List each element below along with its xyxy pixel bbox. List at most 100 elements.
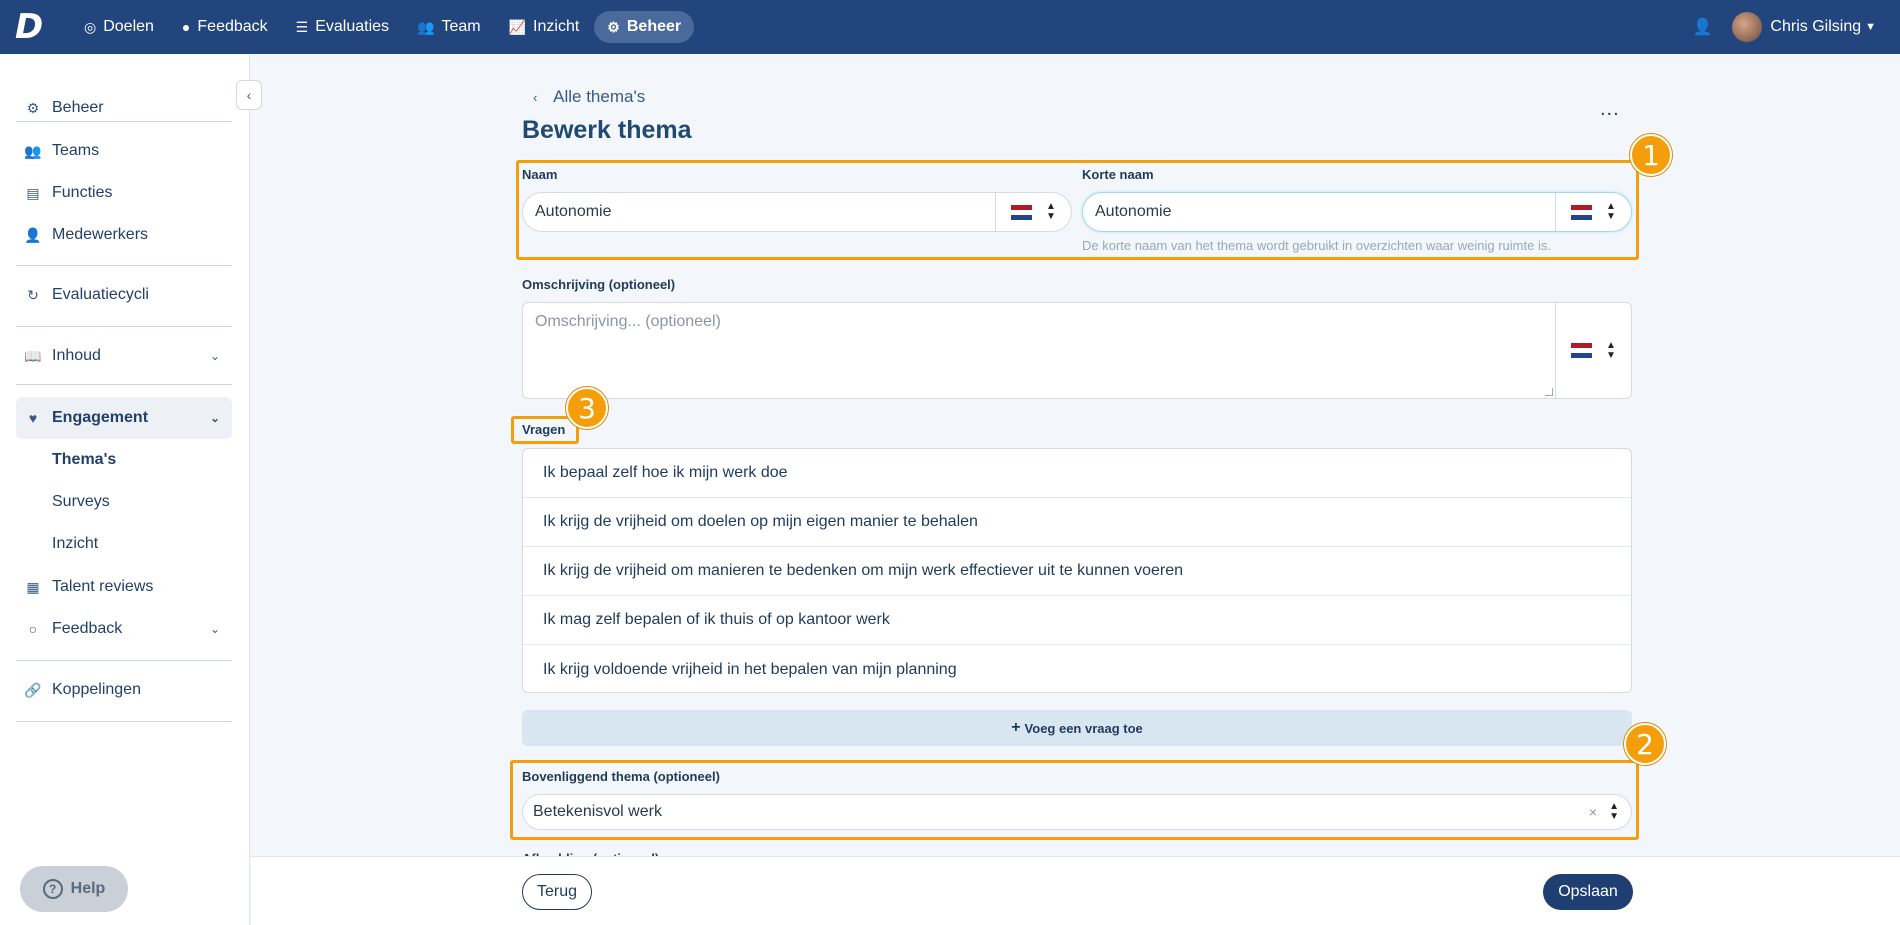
question-icon: ? [42,879,63,899]
more-options-button[interactable]: ... [1600,98,1620,121]
sidebar-item-label: Engagement [52,409,149,426]
chevron-down-icon: ⌄ [209,622,220,636]
collapse-sidebar-button[interactable]: ‹ [236,80,262,110]
users-icon: 👥 [417,18,435,35]
nav-item-label: Team [441,18,481,35]
nav-item-doelen[interactable]: ◎ Doelen [71,11,167,43]
user-icon: 👤 [24,226,42,243]
annotation-badge-3: 3 [566,387,608,429]
sidebar-item-teams[interactable]: 👥 Teams [16,134,232,168]
sidebar-item-label: Beheer [52,99,104,116]
sidebar-divider [16,384,232,385]
form-footer [251,856,1900,925]
sidebar-item-label: Functies [52,184,113,201]
sidebar-item-evaluatiecycli[interactable]: ↻ Evaluatiecycli [16,278,232,312]
sidebar-item-medewerkers[interactable]: 👤 Medewerkers [16,218,232,252]
id-card-icon: ▤ [26,184,40,201]
back-button[interactable]: Terug [522,874,592,910]
sidebar-divider [16,121,232,122]
sidebar-item-label: Inhoud [52,347,101,364]
book-icon: 📖 [24,347,42,364]
sidebar-item-label: Evaluatiecycli [52,286,149,303]
target-icon: ◎ [84,18,97,35]
list-item[interactable]: Ik bepaal zelf hoe ik mijn werk doe [523,449,1631,498]
chevron-left-icon: ‹ [533,90,538,105]
highlight-box-parent-theme [510,760,1639,840]
chart-icon: 📈 [508,18,527,35]
sidebar-item-talent-reviews[interactable]: ▦ Talent reviews [16,570,232,604]
refresh-icon: ↻ [27,286,39,303]
highlight-box-questions [511,416,579,444]
sidebar-item-engagement[interactable]: ♥ Engagement ⌄ [16,397,232,439]
language-select[interactable]: ▲ ▼ [1555,303,1631,398]
nav-item-label: Doelen [103,18,154,35]
nav-item-label: Beheer [626,18,682,35]
chevron-down-icon: ⌄ [209,411,220,425]
list-icon: ☰ [295,18,309,35]
presentation-icon: ▦ [26,578,40,595]
sidebar-item-inhoud[interactable]: 📖 Inhoud ⌄ [16,339,232,373]
help-label: Help [70,880,106,897]
page-title: Bewerk thema [522,116,692,144]
sidebar-divider [16,265,232,266]
sidebar-item-label: Teams [52,142,100,159]
heart-pulse-icon: ♥ [28,410,38,426]
resize-handle[interactable] [1545,388,1553,396]
plus-icon: + [1011,719,1021,736]
user-area: 👤 Chris Gilsing ▼ [1693,0,1876,54]
gear-icon: ⚙ [26,99,40,116]
user-name[interactable]: Chris Gilsing [1770,18,1861,36]
top-navigation: D ◎ Doelen ● Feedback ☰ Evaluaties 👥 Tea… [0,0,1900,54]
sidebar-item-functies[interactable]: ▤ Functies [16,176,232,210]
sidebar-subitem-surveys[interactable]: Surveys [52,493,110,511]
sidebar-item-label: Talent reviews [52,578,154,595]
list-item[interactable]: Ik krijg de vrijheid om manieren te bede… [523,547,1631,596]
save-button[interactable]: Opslaan [1543,874,1633,910]
nav-item-evaluaties[interactable]: ☰ Evaluaties [283,11,402,43]
sidebar-divider [16,721,232,722]
sort-icon: ▲ ▼ [1606,339,1616,361]
sidebar-item-feedback[interactable]: ○ Feedback ⌄ [16,612,232,646]
app-logo[interactable]: D [15,10,47,44]
sidebar-item-label: Medewerkers [52,226,149,243]
chevron-down-icon: ⌄ [209,349,220,363]
user-settings-icon[interactable]: 👤 [1693,17,1713,37]
sidebar: ⚙ Beheer 👥 Teams ▤ Functies 👤 Medewerker… [0,54,250,925]
add-question-label: Voeg een vraag toe [1024,720,1143,736]
link-icon: 🔗 [24,681,42,698]
back-link-label: Alle thema's [553,87,646,106]
dutch-flag-icon [1571,343,1593,358]
chevron-left-icon: ‹ [246,87,252,103]
list-item[interactable]: Ik krijg de vrijheid om doelen op mijn e… [523,498,1631,547]
sidebar-item-beheer[interactable]: ⚙ Beheer [16,91,232,125]
speech-bubble-icon: ● [181,19,191,35]
nav-item-feedback[interactable]: ● Feedback [169,11,281,43]
add-question-button[interactable]: + Voeg een vraag toe [522,710,1632,746]
gear-icon: ⚙ [607,18,620,35]
chevron-down-icon[interactable]: ▼ [1865,21,1876,33]
list-item[interactable]: Ik krijg voldoende vrijheid in het bepal… [523,645,1631,694]
sidebar-item-label: Koppelingen [52,681,141,698]
nav-item-label: Evaluaties [315,18,390,35]
help-button[interactable]: ? Help [20,866,128,912]
annotation-badge-2: 2 [1624,723,1666,765]
sidebar-divider [16,660,232,661]
nav-item-label: Feedback [197,18,268,35]
list-item[interactable]: Ik mag zelf bepalen of ik thuis of op ka… [523,596,1631,645]
sidebar-item-koppelingen[interactable]: 🔗 Koppelingen [16,673,232,707]
omschrijving-textarea[interactable]: Omschrijving... (optioneel) ▲ ▼ [522,302,1632,399]
omschrijving-placeholder: Omschrijving... (optioneel) [535,313,721,330]
back-link[interactable]: ‹ Alle thema's [533,87,645,107]
nav-item-label: Inzicht [533,18,580,35]
omschrijving-label: Omschrijving (optioneel) [522,277,676,292]
speech-bubble-icon: ○ [28,621,38,637]
avatar[interactable] [1732,12,1763,42]
nav-item-team[interactable]: 👥 Team [404,11,494,43]
sidebar-subitem-themas[interactable]: Thema's [52,451,116,469]
nav-item-inzicht[interactable]: 📈 Inzicht [496,11,593,43]
sidebar-item-label: Feedback [52,620,123,637]
nav-item-beheer[interactable]: ⚙ Beheer [594,11,695,43]
annotation-badge-1: 1 [1630,134,1672,176]
users-icon: 👥 [24,142,42,159]
sidebar-subitem-inzicht[interactable]: Inzicht [52,535,98,553]
